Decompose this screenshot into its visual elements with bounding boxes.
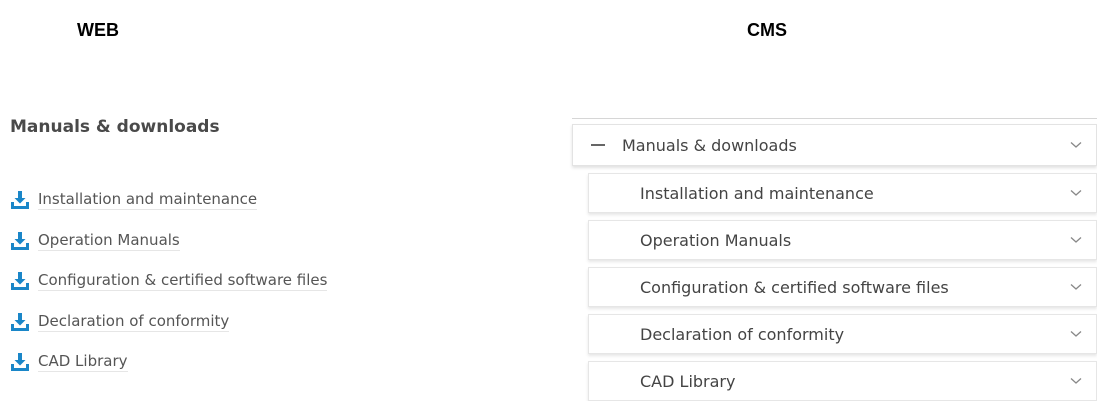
download-icon [11,191,29,210]
chevron-down-icon[interactable] [1070,377,1082,385]
web-download-item[interactable]: Operation Manuals [10,221,327,262]
accordion-item-label: Installation and maintenance [640,183,874,203]
web-download-list: Installation and maintenance Operation M… [10,180,328,383]
cms-heading: CMS [747,20,787,40]
accordion-item-label: CAD Library [640,371,736,391]
chevron-down-icon[interactable] [1070,141,1082,149]
accordion-header-label: Manuals & downloads [622,135,797,155]
accordion-item-label: Configuration & certified software files [640,277,949,297]
web-download-item[interactable]: Declaration of conformity [10,302,327,343]
collapse-dash-icon[interactable] [591,144,605,146]
accordion-item-label: Declaration of conformity [640,324,845,344]
accordion-header-manuals[interactable]: Manuals & downloads [572,124,1097,166]
web-download-item[interactable]: CAD Library [10,342,327,383]
web-section-title: Manuals & downloads [10,117,220,137]
accordion-item-label: Operation Manuals [640,230,792,250]
download-icon [11,312,29,331]
divider [572,118,1097,119]
chevron-down-icon[interactable] [1070,236,1082,244]
accordion-item-installation[interactable]: Installation and maintenance [588,173,1097,213]
download-icon [11,272,29,291]
accordion-item-cad[interactable]: CAD Library [588,361,1097,401]
accordion-item-operation[interactable]: Operation Manuals [588,220,1097,260]
chevron-down-icon[interactable] [1070,189,1082,197]
web-download-item[interactable]: Installation and maintenance [10,180,327,221]
download-link-cad[interactable]: CAD Library [38,352,128,373]
download-link-installation[interactable]: Installation and maintenance [38,190,258,211]
chevron-down-icon[interactable] [1070,330,1082,338]
download-icon [11,231,29,250]
chevron-down-icon[interactable] [1070,283,1082,291]
accordion-item-configuration[interactable]: Configuration & certified software files [588,267,1097,307]
accordion-item-declaration[interactable]: Declaration of conformity [588,314,1097,354]
download-icon [11,353,29,372]
download-link-operation[interactable]: Operation Manuals [38,231,180,251]
web-download-item[interactable]: Configuration & certified software files [10,261,328,302]
download-link-declaration[interactable]: Declaration of conformity [38,312,230,332]
web-heading: WEB [77,20,119,40]
download-link-configuration[interactable]: Configuration & certified software files [38,271,328,292]
